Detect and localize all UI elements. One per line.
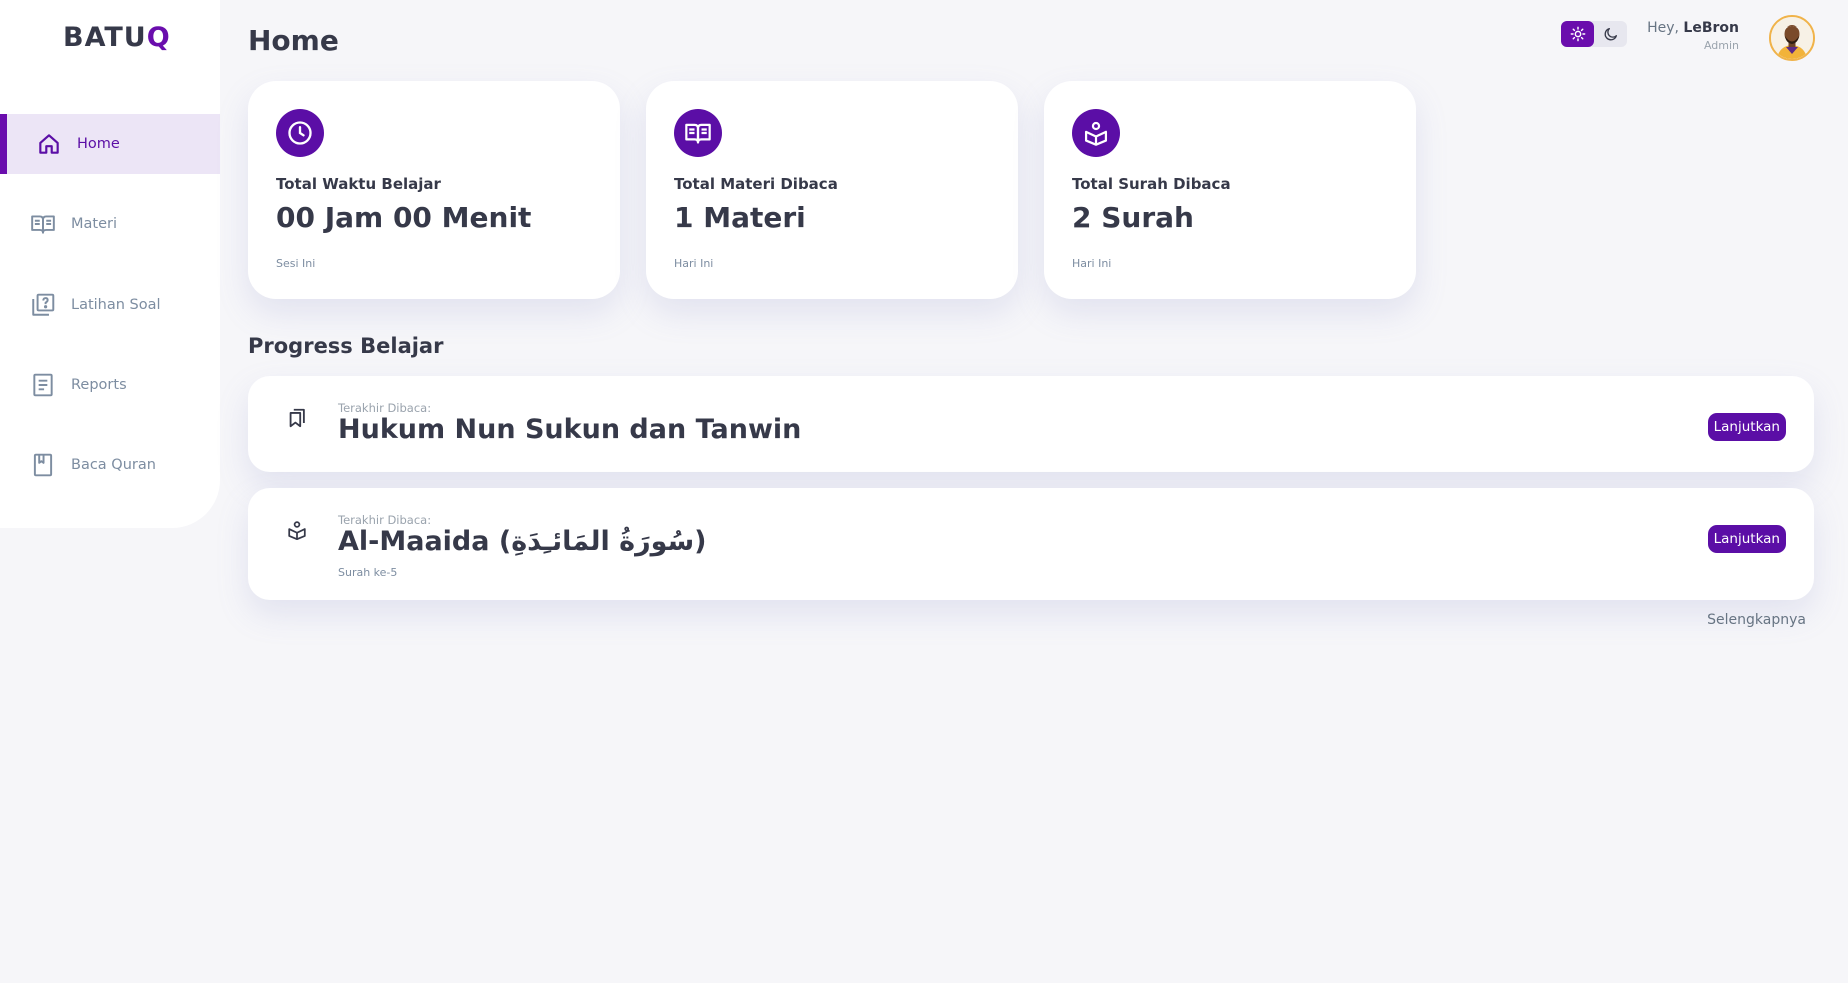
brand-name: BATU [63,22,147,53]
stat-value: 00 Jam 00 Menit [276,201,532,234]
stat-title: Total Waktu Belajar [276,175,441,193]
progress-item-surah: Terakhir Dibaca: Al-Maaida (سُورَةُ المَ… [248,488,1814,600]
quiz-icon [32,293,55,316]
sidebar-item-label: Baca Quran [71,457,156,473]
stat-card-surah-dibaca: Total Surah Dibaca 2 Surah Hari Ini [1044,81,1416,299]
user-role: Admin [1703,39,1739,52]
book-open-icon [674,109,722,157]
stat-note: Hari Ini [1072,257,1112,270]
dark-mode-button[interactable] [1594,21,1627,47]
home-icon [39,134,59,154]
avatar-image [1771,17,1813,59]
page-title: Home [248,24,339,57]
stat-title: Total Materi Dibaca [674,175,838,193]
sidebar: BATUQ Home Materi Latihan Soal Reports B… [0,0,220,528]
section-title: Progress Belajar [248,334,444,358]
progress-title: Hukum Nun Sukun dan Tanwin [338,414,802,445]
greeting: Hey, LeBron [1647,20,1739,36]
sidebar-item-home[interactable]: Home [0,114,220,174]
book-open-icon [31,215,55,234]
stat-card-materi-dibaca: Total Materi Dibaca 1 Materi Hari Ini [646,81,1018,299]
continue-button[interactable]: Lanjutkan [1707,413,1786,441]
sidebar-item-label: Materi [71,216,117,232]
progress-item-materi: Terakhir Dibaca: Hukum Nun Sukun dan Tan… [248,376,1814,472]
report-icon [33,373,53,397]
quran-book-icon [33,453,53,477]
sidebar-item-materi[interactable]: Materi [0,194,220,254]
stat-title: Total Surah Dibaca [1072,175,1231,193]
sidebar-item-baca-quran[interactable]: Baca Quran [0,435,220,495]
user-name: LeBron [1683,20,1739,36]
sidebar-item-reports[interactable]: Reports [0,355,220,415]
progress-title: Al-Maaida (سُورَةُ المَائـِدَةِ) [338,526,707,557]
progress-subtitle: Surah ke-5 [338,566,398,579]
theme-toggle[interactable] [1561,21,1627,47]
quran-reader-icon [1072,109,1120,157]
see-more-link[interactable]: Selengkapnya [1707,612,1806,628]
sun-icon [1570,26,1585,42]
stat-value: 1 Materi [674,201,806,234]
sidebar-item-latihan-soal[interactable]: Latihan Soal [0,275,220,335]
moon-icon [1604,28,1617,41]
continue-button[interactable]: Lanjutkan [1707,525,1786,553]
quran-reader-icon [288,521,306,541]
light-mode-button[interactable] [1561,21,1594,47]
brand-name-accent: Q [146,22,171,53]
stat-note: Sesi Ini [276,257,316,270]
greeting-text: Hey, [1647,20,1679,36]
progress-label: Terakhir Dibaca: [338,401,432,415]
clock-icon [276,109,324,157]
brand-logo[interactable]: BATUQ [63,22,171,53]
sidebar-item-label: Reports [71,377,127,393]
avatar[interactable] [1769,15,1815,61]
sidebar-item-label: Latihan Soal [71,297,161,313]
stat-card-waktu-belajar: Total Waktu Belajar 00 Jam 00 Menit Sesi… [248,81,620,299]
bookmark-icon [289,408,305,428]
profile-info: Hey, LeBron Admin [1647,20,1739,52]
stat-value: 2 Surah [1072,201,1194,234]
sidebar-item-label: Home [77,136,120,152]
stat-note: Hari Ini [674,257,714,270]
progress-label: Terakhir Dibaca: [338,513,432,527]
